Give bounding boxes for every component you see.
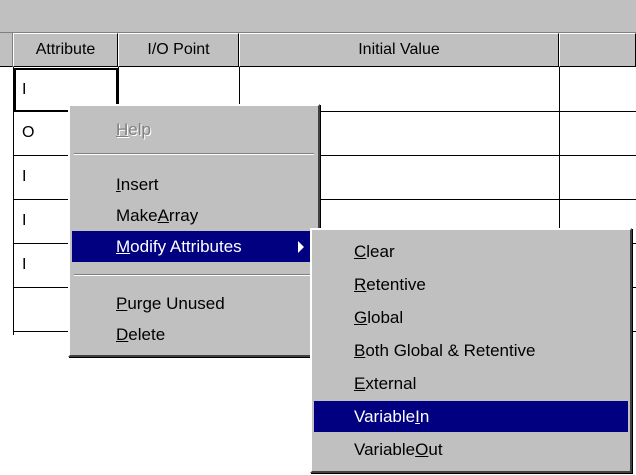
attribute-cell-value: I <box>22 81 27 98</box>
attributes-submenu: Clear Retentive Global Both Global & Ret… <box>310 228 632 473</box>
submenu-item-retentive[interactable]: Retentive <box>314 269 628 300</box>
submenu-item-variable-out[interactable]: Variable Out <box>314 434 628 465</box>
submenu-item-global[interactable]: Global <box>314 302 628 333</box>
menu-separator <box>74 274 314 276</box>
toolbar-strip <box>0 0 636 33</box>
menu-item-delete[interactable]: Delete <box>72 319 316 350</box>
menu-item-insert[interactable]: Insert <box>72 169 316 200</box>
column-header-initial-value[interactable]: Initial Value <box>239 33 559 67</box>
menu-item-help[interactable]: Help <box>72 114 316 145</box>
menu-item-modify-attributes[interactable]: Modify Attributes <box>72 231 316 262</box>
column-header-attribute[interactable]: Attribute <box>13 33 118 67</box>
column-header-empty[interactable] <box>559 33 636 67</box>
submenu-item-clear[interactable]: Clear <box>314 236 628 267</box>
context-menu: Help Insert Make Array Modify Attributes… <box>68 104 320 357</box>
column-header-io-point[interactable]: I/O Point <box>118 33 239 67</box>
submenu-item-variable-in[interactable]: Variable In <box>314 401 628 432</box>
submenu-item-both-global-retentive[interactable]: Both Global & Retentive <box>314 335 628 366</box>
menu-item-make-array[interactable]: Make Array <box>72 200 316 231</box>
menu-item-purge-unused[interactable]: Purge Unused <box>72 288 316 319</box>
submenu-item-external[interactable]: External <box>314 368 628 399</box>
header-row-marker <box>0 33 13 67</box>
submenu-arrow-icon <box>298 241 304 253</box>
menu-separator <box>74 153 314 155</box>
